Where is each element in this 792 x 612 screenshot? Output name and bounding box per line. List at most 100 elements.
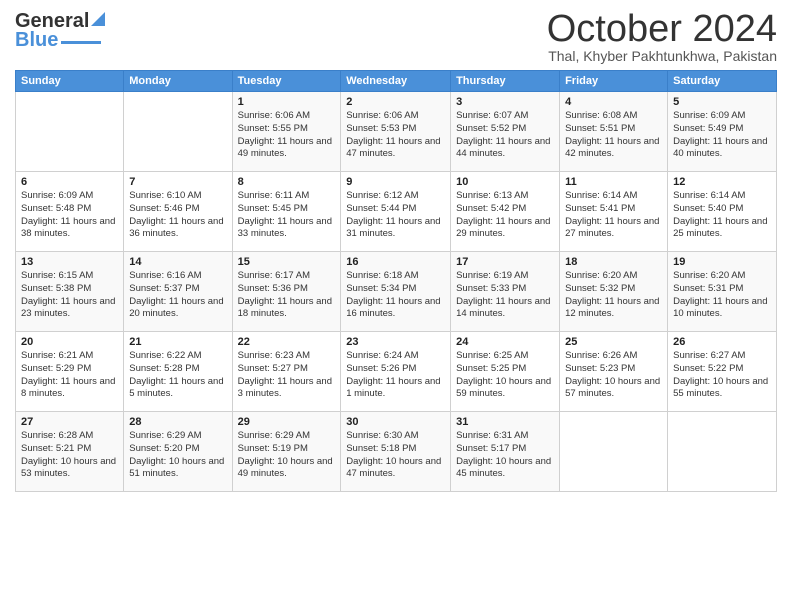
calendar-cell: 30 Sunrise: 6:30 AMSunset: 5:18 PMDaylig… [341,412,451,492]
calendar-cell: 1 Sunrise: 6:06 AMSunset: 5:55 PMDayligh… [232,92,341,172]
cell-date: 26 [673,336,771,348]
cell-info: Sunrise: 6:20 AMSunset: 5:32 PMDaylight:… [565,270,662,321]
cell-info: Sunrise: 6:13 AMSunset: 5:42 PMDaylight:… [456,190,554,241]
col-sunday: Sunday [16,71,124,92]
calendar-cell: 21 Sunrise: 6:22 AMSunset: 5:28 PMDaylig… [124,332,232,412]
cell-info: Sunrise: 6:16 AMSunset: 5:37 PMDaylight:… [129,270,226,321]
cell-date: 24 [456,336,554,348]
calendar: Sunday Monday Tuesday Wednesday Thursday… [15,70,777,492]
cell-date: 17 [456,256,554,268]
calendar-cell: 31 Sunrise: 6:31 AMSunset: 5:17 PMDaylig… [451,412,560,492]
calendar-cell: 8 Sunrise: 6:11 AMSunset: 5:45 PMDayligh… [232,172,341,252]
calendar-cell: 19 Sunrise: 6:20 AMSunset: 5:31 PMDaylig… [668,252,777,332]
calendar-cell: 2 Sunrise: 6:06 AMSunset: 5:53 PMDayligh… [341,92,451,172]
cell-date: 23 [346,336,445,348]
calendar-cell: 28 Sunrise: 6:29 AMSunset: 5:20 PMDaylig… [124,412,232,492]
calendar-week-5: 27 Sunrise: 6:28 AMSunset: 5:21 PMDaylig… [16,412,777,492]
cell-info: Sunrise: 6:17 AMSunset: 5:36 PMDaylight:… [238,270,336,321]
calendar-cell: 16 Sunrise: 6:18 AMSunset: 5:34 PMDaylig… [341,252,451,332]
cell-info: Sunrise: 6:19 AMSunset: 5:33 PMDaylight:… [456,270,554,321]
calendar-cell: 9 Sunrise: 6:12 AMSunset: 5:44 PMDayligh… [341,172,451,252]
calendar-cell: 14 Sunrise: 6:16 AMSunset: 5:37 PMDaylig… [124,252,232,332]
calendar-cell: 5 Sunrise: 6:09 AMSunset: 5:49 PMDayligh… [668,92,777,172]
calendar-cell: 17 Sunrise: 6:19 AMSunset: 5:33 PMDaylig… [451,252,560,332]
cell-date: 2 [346,96,445,108]
calendar-cell: 6 Sunrise: 6:09 AMSunset: 5:48 PMDayligh… [16,172,124,252]
cell-date: 19 [673,256,771,268]
calendar-cell: 12 Sunrise: 6:14 AMSunset: 5:40 PMDaylig… [668,172,777,252]
calendar-cell: 11 Sunrise: 6:14 AMSunset: 5:41 PMDaylig… [560,172,668,252]
cell-date: 30 [346,416,445,428]
page: General Blue October 2024 Thal, Khyber P… [0,0,792,612]
calendar-week-4: 20 Sunrise: 6:21 AMSunset: 5:29 PMDaylig… [16,332,777,412]
calendar-cell: 27 Sunrise: 6:28 AMSunset: 5:21 PMDaylig… [16,412,124,492]
cell-info: Sunrise: 6:31 AMSunset: 5:17 PMDaylight:… [456,430,554,481]
cell-date: 13 [21,256,118,268]
cell-date: 18 [565,256,662,268]
calendar-cell: 20 Sunrise: 6:21 AMSunset: 5:29 PMDaylig… [16,332,124,412]
cell-info: Sunrise: 6:30 AMSunset: 5:18 PMDaylight:… [346,430,445,481]
cell-date: 21 [129,336,226,348]
cell-date: 7 [129,176,226,188]
location-title: Thal, Khyber Pakhtunkhwa, Pakistan [547,48,777,64]
col-saturday: Saturday [668,71,777,92]
cell-info: Sunrise: 6:22 AMSunset: 5:28 PMDaylight:… [129,350,226,401]
cell-date: 22 [238,336,336,348]
cell-date: 1 [238,96,336,108]
cell-info: Sunrise: 6:28 AMSunset: 5:21 PMDaylight:… [21,430,118,481]
col-friday: Friday [560,71,668,92]
cell-info: Sunrise: 6:15 AMSunset: 5:38 PMDaylight:… [21,270,118,321]
cell-info: Sunrise: 6:29 AMSunset: 5:20 PMDaylight:… [129,430,226,481]
cell-info: Sunrise: 6:09 AMSunset: 5:49 PMDaylight:… [673,110,771,161]
cell-date: 15 [238,256,336,268]
calendar-cell: 10 Sunrise: 6:13 AMSunset: 5:42 PMDaylig… [451,172,560,252]
cell-info: Sunrise: 6:29 AMSunset: 5:19 PMDaylight:… [238,430,336,481]
logo: General Blue [15,10,105,52]
calendar-cell: 7 Sunrise: 6:10 AMSunset: 5:46 PMDayligh… [124,172,232,252]
calendar-cell: 15 Sunrise: 6:17 AMSunset: 5:36 PMDaylig… [232,252,341,332]
cell-date: 31 [456,416,554,428]
cell-date: 28 [129,416,226,428]
cell-info: Sunrise: 6:12 AMSunset: 5:44 PMDaylight:… [346,190,445,241]
calendar-cell: 18 Sunrise: 6:20 AMSunset: 5:32 PMDaylig… [560,252,668,332]
cell-date: 11 [565,176,662,188]
calendar-week-3: 13 Sunrise: 6:15 AMSunset: 5:38 PMDaylig… [16,252,777,332]
cell-info: Sunrise: 6:09 AMSunset: 5:48 PMDaylight:… [21,190,118,241]
cell-date: 20 [21,336,118,348]
cell-info: Sunrise: 6:10 AMSunset: 5:46 PMDaylight:… [129,190,226,241]
col-monday: Monday [124,71,232,92]
header: General Blue October 2024 Thal, Khyber P… [15,10,777,64]
cell-date: 12 [673,176,771,188]
cell-info: Sunrise: 6:18 AMSunset: 5:34 PMDaylight:… [346,270,445,321]
calendar-cell: 29 Sunrise: 6:29 AMSunset: 5:19 PMDaylig… [232,412,341,492]
cell-info: Sunrise: 6:14 AMSunset: 5:41 PMDaylight:… [565,190,662,241]
calendar-cell: 3 Sunrise: 6:07 AMSunset: 5:52 PMDayligh… [451,92,560,172]
month-title: October 2024 [547,10,777,48]
calendar-week-2: 6 Sunrise: 6:09 AMSunset: 5:48 PMDayligh… [16,172,777,252]
cell-date: 5 [673,96,771,108]
cell-date: 10 [456,176,554,188]
calendar-cell: 26 Sunrise: 6:27 AMSunset: 5:22 PMDaylig… [668,332,777,412]
cell-date: 25 [565,336,662,348]
logo-triangle-icon [91,8,105,31]
cell-info: Sunrise: 6:06 AMSunset: 5:53 PMDaylight:… [346,110,445,161]
cell-date: 6 [21,176,118,188]
calendar-cell [124,92,232,172]
calendar-cell: 13 Sunrise: 6:15 AMSunset: 5:38 PMDaylig… [16,252,124,332]
title-section: October 2024 Thal, Khyber Pakhtunkhwa, P… [547,10,777,64]
cell-info: Sunrise: 6:06 AMSunset: 5:55 PMDaylight:… [238,110,336,161]
cell-info: Sunrise: 6:25 AMSunset: 5:25 PMDaylight:… [456,350,554,401]
cell-date: 9 [346,176,445,188]
cell-info: Sunrise: 6:07 AMSunset: 5:52 PMDaylight:… [456,110,554,161]
col-tuesday: Tuesday [232,71,341,92]
cell-date: 14 [129,256,226,268]
cell-date: 4 [565,96,662,108]
cell-info: Sunrise: 6:14 AMSunset: 5:40 PMDaylight:… [673,190,771,241]
cell-date: 16 [346,256,445,268]
cell-info: Sunrise: 6:23 AMSunset: 5:27 PMDaylight:… [238,350,336,401]
cell-info: Sunrise: 6:08 AMSunset: 5:51 PMDaylight:… [565,110,662,161]
cell-info: Sunrise: 6:20 AMSunset: 5:31 PMDaylight:… [673,270,771,321]
col-thursday: Thursday [451,71,560,92]
calendar-cell: 24 Sunrise: 6:25 AMSunset: 5:25 PMDaylig… [451,332,560,412]
cell-date: 8 [238,176,336,188]
